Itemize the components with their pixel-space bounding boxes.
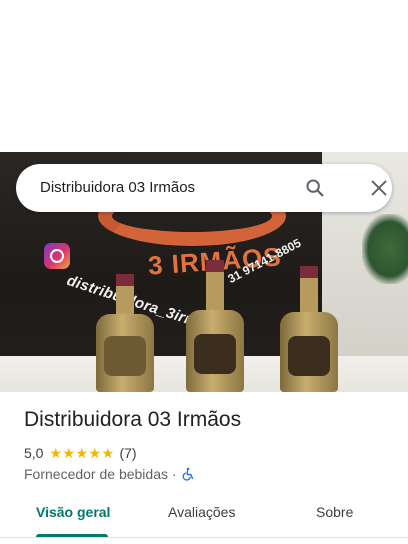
tab-about[interactable]: Sobre <box>316 504 353 520</box>
tabs-divider <box>0 537 408 538</box>
rating-value: 5,0 <box>24 445 44 461</box>
bottle <box>96 274 154 392</box>
tab-bar: Visão geral Avaliações Sobre <box>0 494 408 538</box>
bottle <box>186 260 244 392</box>
rating-row[interactable]: 5,0 ★ ★ ★ ★ ★ (7) <box>24 444 137 462</box>
tab-reviews[interactable]: Avaliações <box>168 504 235 520</box>
search-input[interactable]: Distribuidora 03 Irmãos <box>40 179 195 196</box>
review-count[interactable]: (7) <box>119 445 136 461</box>
separator: · <box>172 466 177 482</box>
bottle <box>280 266 338 392</box>
close-icon[interactable] <box>368 177 390 199</box>
star-icon: ★ <box>75 445 89 461</box>
rating-stars: ★ ★ ★ ★ ★ <box>49 446 114 460</box>
place-title: Distribuidora 03 Irmãos <box>24 408 242 431</box>
star-icon: ★ <box>62 445 76 461</box>
search-icon[interactable] <box>304 177 326 199</box>
place-details-screen: 3 IRMÃOS distribuidora_3irmaos 31 97141-… <box>0 0 408 544</box>
star-icon: ★ <box>88 445 102 461</box>
star-icon: ★ <box>49 445 63 461</box>
search-bar[interactable]: Distribuidora 03 Irmãos <box>16 164 392 212</box>
tab-overview[interactable]: Visão geral <box>36 504 110 520</box>
plant-decoration <box>362 214 408 284</box>
category-row: Fornecedor de bebidas · <box>24 465 195 483</box>
place-category: Fornecedor de bebidas <box>24 466 168 482</box>
wheelchair-icon[interactable] <box>181 467 195 481</box>
instagram-icon <box>44 243 70 269</box>
star-icon: ★ <box>101 445 115 461</box>
